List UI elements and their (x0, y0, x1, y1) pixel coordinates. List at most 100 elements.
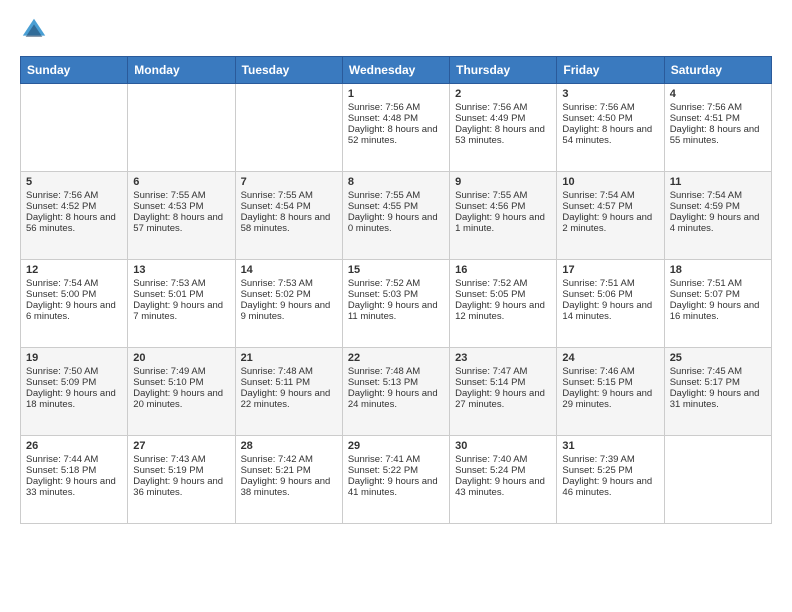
sunset: Sunset: 4:48 PM (348, 113, 418, 124)
day-number: 20 (133, 352, 229, 364)
calendar-cell: 29 Sunrise: 7:41 AMSunset: 5:22 PMDayligh… (342, 436, 449, 524)
sunrise: Sunrise: 7:55 AM (348, 190, 420, 201)
calendar-cell: 9 Sunrise: 7:55 AMSunset: 4:56 PMDaylight… (450, 172, 557, 260)
daylight: Daylight: 9 hours and 7 minutes. (133, 300, 223, 322)
sunset: Sunset: 4:57 PM (562, 201, 632, 212)
day-number: 1 (348, 88, 444, 100)
day-number: 10 (562, 176, 658, 188)
sunset: Sunset: 5:19 PM (133, 465, 203, 476)
day-number: 9 (455, 176, 551, 188)
sunrise: Sunrise: 7:46 AM (562, 366, 634, 377)
sunrise: Sunrise: 7:55 AM (455, 190, 527, 201)
sunrise: Sunrise: 7:56 AM (348, 102, 420, 113)
day-number: 4 (670, 88, 766, 100)
sunset: Sunset: 5:15 PM (562, 377, 632, 388)
weekday-header-thursday: Thursday (450, 57, 557, 84)
day-number: 14 (241, 264, 337, 276)
daylight: Daylight: 9 hours and 31 minutes. (670, 388, 760, 410)
daylight: Daylight: 9 hours and 41 minutes. (348, 476, 438, 498)
calendar-cell: 18Sunrise: 7:51 AMSunset: 5:07 PMDayligh… (664, 260, 771, 348)
day-number: 5 (26, 176, 122, 188)
daylight: Daylight: 9 hours and 4 minutes. (670, 212, 760, 234)
daylight: Daylight: 9 hours and 1 minute. (455, 212, 545, 234)
day-number: 12 (26, 264, 122, 276)
day-number: 25 (670, 352, 766, 364)
calendar-table: SundayMondayTuesdayWednesdayThursdayFrid… (20, 56, 772, 524)
daylight: Daylight: 9 hours and 33 minutes. (26, 476, 116, 498)
daylight: Daylight: 9 hours and 46 minutes. (562, 476, 652, 498)
sunrise: Sunrise: 7:50 AM (26, 366, 98, 377)
daylight: Daylight: 9 hours and 6 minutes. (26, 300, 116, 322)
calendar-cell: 10Sunrise: 7:54 AMSunset: 4:57 PMDayligh… (557, 172, 664, 260)
daylight: Daylight: 9 hours and 24 minutes. (348, 388, 438, 410)
calendar-cell (664, 436, 771, 524)
day-number: 8 (348, 176, 444, 188)
calendar-cell: 3Sunrise: 7:56 AMSunset: 4:50 PMDaylight… (557, 84, 664, 172)
daylight: Daylight: 9 hours and 11 minutes. (348, 300, 438, 322)
daylight: Daylight: 9 hours and 20 minutes. (133, 388, 223, 410)
sunrise: Sunrise: 7:43 AM (133, 454, 205, 465)
weekday-header-tuesday: Tuesday (235, 57, 342, 84)
daylight: Daylight: 9 hours and 16 minutes. (670, 300, 760, 322)
sunset: Sunset: 5:25 PM (562, 465, 632, 476)
day-number: 18 (670, 264, 766, 276)
calendar-cell: 1Sunrise: 7:56 AMSunset: 4:48 PMDaylight… (342, 84, 449, 172)
day-number: 15 (348, 264, 444, 276)
sunset: Sunset: 5:22 PM (348, 465, 418, 476)
daylight: Daylight: 9 hours and 9 minutes. (241, 300, 331, 322)
sunrise: Sunrise: 7:56 AM (455, 102, 527, 113)
daylight: Daylight: 9 hours and 43 minutes. (455, 476, 545, 498)
sunrise: Sunrise: 7:53 AM (133, 278, 205, 289)
sunset: Sunset: 5:09 PM (26, 377, 96, 388)
week-row-2: 5Sunrise: 7:56 AMSunset: 4:52 PMDaylight… (21, 172, 772, 260)
sunrise: Sunrise: 7:48 AM (241, 366, 313, 377)
sunset: Sunset: 5:18 PM (26, 465, 96, 476)
daylight: Daylight: 9 hours and 38 minutes. (241, 476, 331, 498)
sunrise: Sunrise: 7:41 AM (348, 454, 420, 465)
sunset: Sunset: 4:49 PM (455, 113, 525, 124)
sunrise: Sunrise: 7:48 AM (348, 366, 420, 377)
weekday-header-friday: Friday (557, 57, 664, 84)
sunset: Sunset: 4:56 PM (455, 201, 525, 212)
daylight: Daylight: 9 hours and 27 minutes. (455, 388, 545, 410)
weekday-header-monday: Monday (128, 57, 235, 84)
calendar-cell (235, 84, 342, 172)
daylight: Daylight: 8 hours and 53 minutes. (455, 124, 545, 146)
page: SundayMondayTuesdayWednesdayThursdayFrid… (0, 0, 792, 540)
weekday-header-wednesday: Wednesday (342, 57, 449, 84)
calendar-cell: 15Sunrise: 7:52 AMSunset: 5:03 PMDayligh… (342, 260, 449, 348)
calendar-cell: 11Sunrise: 7:54 AMSunset: 4:59 PMDayligh… (664, 172, 771, 260)
sunset: Sunset: 5:05 PM (455, 289, 525, 300)
sunrise: Sunrise: 7:44 AM (26, 454, 98, 465)
sunrise: Sunrise: 7:54 AM (26, 278, 98, 289)
sunset: Sunset: 5:21 PM (241, 465, 311, 476)
sunrise: Sunrise: 7:54 AM (562, 190, 634, 201)
day-number: 13 (133, 264, 229, 276)
calendar-cell: 22Sunrise: 7:48 AMSunset: 5:13 PMDayligh… (342, 348, 449, 436)
header (20, 16, 772, 44)
sunrise: Sunrise: 7:45 AM (670, 366, 742, 377)
daylight: Daylight: 9 hours and 22 minutes. (241, 388, 331, 410)
day-number: 3 (562, 88, 658, 100)
calendar-cell: 21Sunrise: 7:48 AMSunset: 5:11 PMDayligh… (235, 348, 342, 436)
day-number: 11 (670, 176, 766, 188)
calendar-cell: 31Sunrise: 7:39 AMSunset: 5:25 PMDayligh… (557, 436, 664, 524)
daylight: Daylight: 9 hours and 0 minutes. (348, 212, 438, 234)
week-row-4: 19 Sunrise: 7:50 AMSunset: 5:09 PM Dayligh… (21, 348, 772, 436)
daylight: Daylight: 8 hours and 54 minutes. (562, 124, 652, 146)
day-number: 22 (348, 352, 444, 364)
day-number: 30 (455, 440, 551, 452)
day-number: 29 (348, 440, 444, 452)
sunrise: Sunrise: 7:51 AM (670, 278, 742, 289)
sunset: Sunset: 5:01 PM (133, 289, 203, 300)
day-number: 31 (562, 440, 658, 452)
sunrise: Sunrise: 7:40 AM (455, 454, 527, 465)
sunrise: Sunrise: 7:56 AM (26, 190, 98, 201)
logo-icon (20, 16, 48, 44)
calendar-cell: 2Sunrise: 7:56 AMSunset: 4:49 PMDaylight… (450, 84, 557, 172)
sunset: Sunset: 4:55 PM (348, 201, 418, 212)
weekday-header-sunday: Sunday (21, 57, 128, 84)
calendar-cell: 5Sunrise: 7:56 AMSunset: 4:52 PMDaylight… (21, 172, 128, 260)
calendar-cell: 28Sunrise: 7:42 AMSunset: 5:21 PMDayligh… (235, 436, 342, 524)
day-number: 19 (26, 352, 122, 364)
